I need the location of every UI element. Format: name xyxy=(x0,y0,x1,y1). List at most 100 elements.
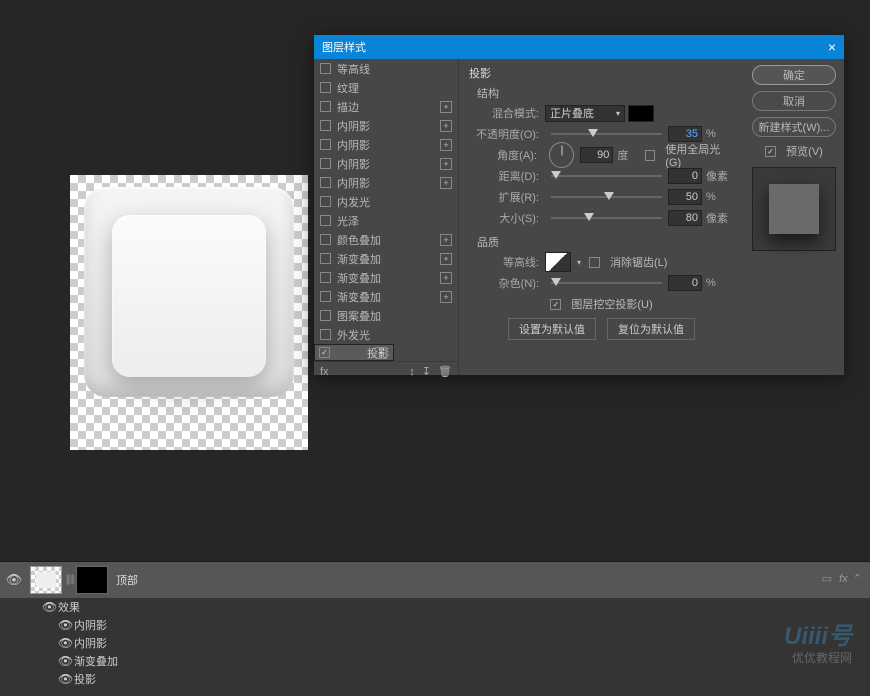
style-item-drop-shadow[interactable]: 投影+ xyxy=(314,344,394,361)
size-input[interactable]: 80 xyxy=(668,210,702,226)
style-item-satin[interactable]: 光泽 xyxy=(314,211,458,230)
style-item-stroke[interactable]: 描边+ xyxy=(314,97,458,116)
noise-slider[interactable] xyxy=(551,276,662,290)
angle-dial[interactable] xyxy=(549,142,574,168)
style-item-gradient-overlay2[interactable]: 渐变叠加+ xyxy=(314,268,458,287)
layers-panel: 👁 ⛓ 顶部 ▭ fx ⌃ 👁 效果 👁内阴影👁内阴影👁渐变叠加👁投影 xyxy=(0,561,870,696)
add-instance-icon[interactable]: + xyxy=(440,234,452,246)
visibility-icon[interactable]: 👁 xyxy=(58,618,74,632)
visibility-icon[interactable]: 👁 xyxy=(58,654,74,668)
antialias-checkbox[interactable] xyxy=(589,257,600,268)
style-item-gradient-overlay[interactable]: 渐变叠加+ xyxy=(314,249,458,268)
fx-arrange-icon[interactable]: ↕ xyxy=(409,366,415,378)
shadow-color-swatch[interactable] xyxy=(628,105,654,122)
reset-default-button[interactable]: 复位为默认值 xyxy=(607,318,695,340)
distance-slider[interactable] xyxy=(551,169,662,183)
style-checkbox[interactable] xyxy=(320,101,331,112)
add-instance-icon[interactable]: + xyxy=(375,347,387,359)
style-checkbox[interactable] xyxy=(320,215,331,226)
distance-label: 距离(D): xyxy=(469,168,539,184)
style-checkbox[interactable] xyxy=(320,158,331,169)
visibility-icon[interactable]: 👁 xyxy=(58,636,74,650)
style-checkbox[interactable] xyxy=(320,196,331,207)
fx-down-icon[interactable]: ↧ xyxy=(422,366,431,378)
spread-slider[interactable] xyxy=(551,190,662,204)
fx-badge[interactable]: fx xyxy=(839,573,848,585)
visibility-icon[interactable]: 👁 xyxy=(0,572,28,588)
style-checkbox[interactable] xyxy=(320,291,331,302)
make-default-button[interactable]: 设置为默认值 xyxy=(508,318,596,340)
style-item-inner-glow[interactable]: 内发光 xyxy=(314,192,458,211)
add-instance-icon[interactable]: + xyxy=(440,120,452,132)
effect-item[interactable]: 👁渐变叠加 xyxy=(0,652,870,670)
spread-input[interactable]: 50 xyxy=(668,189,702,205)
effects-header[interactable]: 👁 效果 xyxy=(0,598,870,616)
visibility-icon[interactable]: 👁 xyxy=(42,600,58,614)
distance-unit: 像素 xyxy=(706,168,734,184)
cancel-button[interactable]: 取消 xyxy=(752,91,836,111)
add-instance-icon[interactable]: + xyxy=(440,139,452,151)
style-checkbox[interactable] xyxy=(320,329,331,340)
noise-input[interactable]: 0 xyxy=(668,275,702,291)
preview-checkbox[interactable] xyxy=(765,146,776,157)
dialog-titlebar[interactable]: 图层样式 × xyxy=(314,35,844,59)
layer-name-label[interactable]: 顶部 xyxy=(116,572,138,588)
style-checkbox[interactable] xyxy=(320,139,331,150)
style-checkbox[interactable] xyxy=(320,234,331,245)
opacity-input[interactable]: 35 xyxy=(668,126,702,142)
style-checkbox[interactable] xyxy=(320,120,331,131)
angle-input[interactable]: 90 xyxy=(580,147,613,163)
knockout-checkbox[interactable] xyxy=(550,299,561,310)
add-instance-icon[interactable]: + xyxy=(440,272,452,284)
distance-input[interactable]: 0 xyxy=(668,168,702,184)
blend-mode-select[interactable]: 正片叠底▾ xyxy=(545,105,625,122)
chevron-down-icon[interactable]: ⌃ xyxy=(853,573,862,585)
effect-item[interactable]: 👁投影 xyxy=(0,670,870,688)
style-item-inner-shadow[interactable]: 内阴影+ xyxy=(314,116,458,135)
opacity-slider[interactable] xyxy=(551,127,662,141)
style-checkbox[interactable] xyxy=(320,63,331,74)
effects-label: 效果 xyxy=(58,599,80,615)
mask-thumbnail[interactable] xyxy=(76,566,108,594)
layer-thumbnail[interactable] xyxy=(30,566,62,594)
link-icon[interactable]: ⛓ xyxy=(64,575,76,586)
style-checkbox[interactable] xyxy=(319,347,330,358)
add-instance-icon[interactable]: + xyxy=(440,177,452,189)
trash-icon[interactable]: 🗑 xyxy=(438,366,452,378)
style-item-color-overlay[interactable]: 颜色叠加+ xyxy=(314,230,458,249)
style-item-inner-shadow3[interactable]: 内阴影+ xyxy=(314,154,458,173)
ok-button[interactable]: 确定 xyxy=(752,65,836,85)
canvas-area xyxy=(70,175,308,450)
style-item-inner-shadow4[interactable]: 内阴影+ xyxy=(314,173,458,192)
effect-item[interactable]: 👁内阴影 xyxy=(0,634,870,652)
add-instance-icon[interactable]: + xyxy=(440,101,452,113)
style-item-inner-shadow2[interactable]: 内阴影+ xyxy=(314,135,458,154)
new-style-button[interactable]: 新建样式(W)... xyxy=(752,117,836,137)
style-item-contour[interactable]: 等高线 xyxy=(314,59,458,78)
size-slider[interactable] xyxy=(551,211,662,225)
visibility-icon[interactable]: 👁 xyxy=(58,672,74,686)
antialias-label: 消除锯齿(L) xyxy=(610,254,667,270)
collapse-icon[interactable]: ▭ xyxy=(822,573,832,585)
style-checkbox[interactable] xyxy=(320,253,331,264)
watermark-logo: Uiiii号 xyxy=(784,616,852,651)
style-item-gradient-overlay3[interactable]: 渐变叠加+ xyxy=(314,287,458,306)
style-item-outer-glow[interactable]: 外发光 xyxy=(314,325,458,344)
fx-toolbar: fx ↕ ↧ 🗑 xyxy=(314,361,458,381)
add-instance-icon[interactable]: + xyxy=(440,158,452,170)
close-icon[interactable]: × xyxy=(828,39,836,55)
layer-row[interactable]: 👁 ⛓ 顶部 ▭ fx ⌃ xyxy=(0,562,870,598)
add-instance-icon[interactable]: + xyxy=(440,253,452,265)
style-item-pattern-overlay[interactable]: 图案叠加 xyxy=(314,306,458,325)
style-item-texture[interactable]: 纹理 xyxy=(314,78,458,97)
style-checkbox[interactable] xyxy=(320,177,331,188)
contour-picker[interactable] xyxy=(545,252,571,272)
style-checkbox[interactable] xyxy=(320,272,331,283)
style-checkbox[interactable] xyxy=(320,82,331,93)
fx-label: fx xyxy=(320,366,329,378)
global-light-checkbox[interactable] xyxy=(645,150,656,161)
effect-item[interactable]: 👁内阴影 xyxy=(0,616,870,634)
chevron-down-icon[interactable]: ▾ xyxy=(577,258,581,267)
add-instance-icon[interactable]: + xyxy=(440,291,452,303)
style-checkbox[interactable] xyxy=(320,310,331,321)
